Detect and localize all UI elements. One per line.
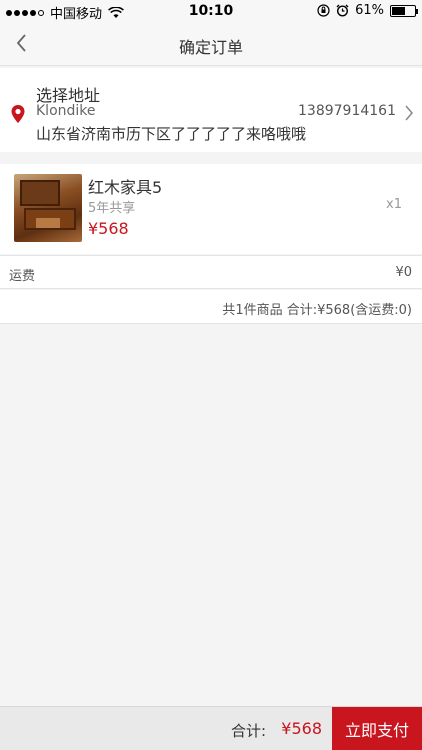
recipient-phone: 13897914161: [298, 103, 396, 119]
status-right: 61%: [317, 3, 418, 18]
product-image-detail: [20, 180, 60, 206]
orientation-lock-icon: [317, 4, 330, 17]
nav-bar: 确定订单: [0, 22, 422, 66]
recipient-name: Klondike: [36, 103, 96, 119]
product-name: 红木家具5: [88, 178, 163, 197]
product-item[interactable]: 红木家具5 5年共享 ¥568 x1: [0, 164, 422, 254]
alarm-icon: [336, 4, 349, 17]
chevron-right-icon: [405, 105, 413, 121]
battery-fill: [392, 6, 406, 15]
battery-percent: 61%: [355, 3, 384, 18]
shipping-value: ¥0: [395, 265, 412, 280]
product-image: [14, 174, 82, 242]
product-quantity: x1: [386, 197, 402, 212]
address-selector[interactable]: 选择地址 Klondike 13897914161 山东省济南市历下区了了了了了…: [0, 68, 422, 152]
shipping-row: 运费 ¥0: [0, 255, 422, 289]
location-pin-icon: [11, 105, 25, 123]
address-detail: 山东省济南市历下区了了了了了来咯哦哦: [36, 125, 307, 143]
bottom-bar: 合计: ¥568 立即支付: [0, 706, 422, 750]
page-title: 确定订单: [178, 38, 243, 57]
product-price: ¥568: [88, 219, 129, 238]
shipping-label: 运费: [9, 269, 36, 284]
product-image-detail: [36, 218, 60, 228]
total-amount: ¥568: [281, 719, 322, 738]
pay-now-button[interactable]: 立即支付: [332, 707, 422, 750]
product-description: 5年共享: [88, 201, 136, 216]
summary-text: 共1件商品 合计:¥568(含运费:0): [222, 303, 412, 318]
battery-icon: [390, 4, 418, 17]
total-label: 合计:: [230, 722, 266, 740]
order-summary: 共1件商品 合计:¥568(含运费:0): [0, 290, 422, 324]
status-bar: 中国移动 10:10 61%: [0, 0, 422, 22]
